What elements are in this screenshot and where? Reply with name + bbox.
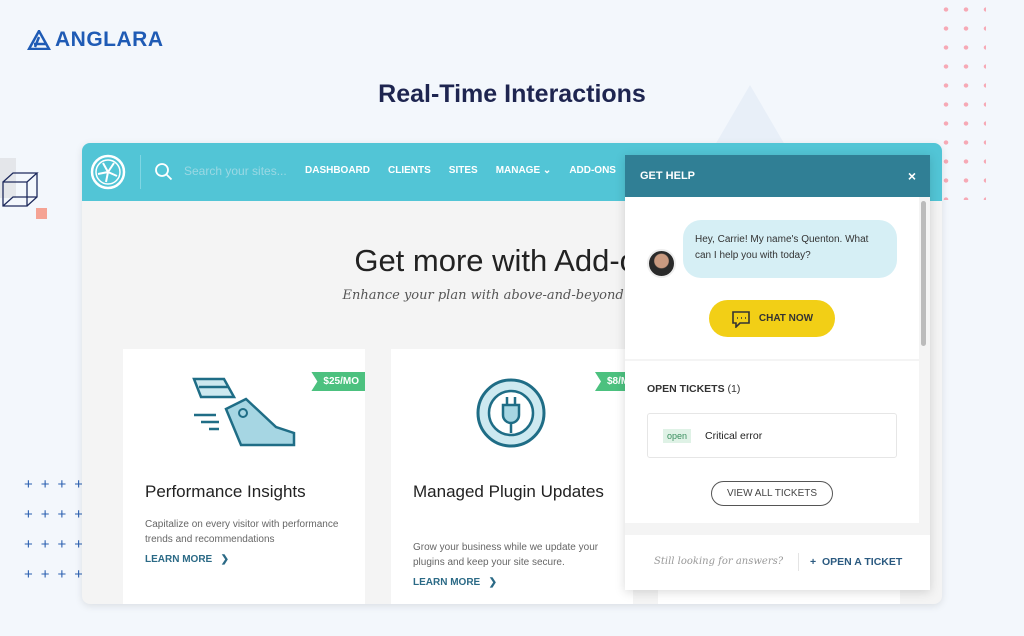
anglara-logo-icon	[27, 30, 51, 50]
page-title: Real-Time Interactions	[378, 80, 646, 108]
decorative-plus-grid: ++++ ++++ ++++ ++++	[24, 476, 92, 583]
search-input[interactable]: Search your sites...	[184, 164, 287, 178]
nav-manage-label: MANAGE	[495, 165, 541, 176]
chevron-right-icon: ❯	[220, 554, 229, 565]
open-ticket-label: OPEN A TICKET	[821, 556, 903, 568]
tickets-section: OPEN TICKETS (1) open Critical error VIE…	[625, 361, 919, 523]
open-tickets-heading: OPEN TICKETS (1)	[647, 383, 740, 395]
help-header: GET HELP ×	[625, 155, 930, 197]
plus-icon: +	[810, 556, 817, 568]
brand-name: ANGLARA	[55, 28, 164, 51]
card-description: Capitalize on every visitor with perform…	[145, 519, 339, 545]
app-logo-icon[interactable]	[89, 153, 127, 191]
get-help-panel: GET HELP × Hey, Carrie! My name's Quento…	[625, 155, 930, 590]
open-tickets-count: (1)	[727, 383, 741, 395]
nav-add-ons[interactable]: ADD-ONS	[569, 165, 616, 176]
help-footer: Still looking for answers? + OPEN A TICK…	[625, 535, 930, 590]
card-title: Managed Plugin Updates	[413, 482, 604, 501]
winged-shoe-icon	[192, 377, 296, 447]
addon-card-partial	[658, 589, 900, 604]
cube-icon	[2, 172, 47, 219]
nav-manage[interactable]: MANAGE ⌄	[496, 165, 552, 176]
learn-more-link[interactable]: LEARN MORE ❯	[413, 577, 497, 588]
card-title: Performance Insights	[145, 482, 306, 501]
chat-now-button[interactable]: CHAT NOW	[709, 300, 835, 337]
footer-prompt: Still looking for answers?	[654, 556, 784, 567]
learn-more-link[interactable]: LEARN MORE ❯	[145, 554, 229, 565]
ticket-item[interactable]: open Critical error	[647, 413, 897, 458]
nav-sites[interactable]: SITES	[449, 165, 478, 176]
view-all-tickets-button[interactable]: VIEW ALL TICKETS	[711, 481, 833, 506]
chat-now-label: CHAT NOW	[758, 313, 814, 324]
plugin-refresh-icon	[476, 378, 546, 448]
scrollbar[interactable]	[921, 201, 926, 346]
learn-more-label: LEARN MORE	[145, 554, 213, 565]
help-title: GET HELP	[640, 170, 696, 182]
brand-logo: ANGLARA	[27, 28, 164, 52]
addon-card-plugin-updates: $8/MO Managed Plugin Updates Grow your b…	[391, 349, 643, 604]
nav-dashboard[interactable]: DASHBOARD	[305, 165, 370, 176]
main-nav: DASHBOARD CLIENTS SITES MANAGE ⌄ ADD-ONS	[305, 165, 616, 176]
close-icon[interactable]: ×	[908, 168, 916, 184]
open-tickets-label: OPEN TICKETS	[647, 383, 725, 395]
search-icon[interactable]	[154, 162, 174, 182]
chevron-down-icon: ⌄	[542, 165, 552, 176]
divider	[140, 155, 141, 189]
price-badge: $25/MO	[311, 372, 365, 391]
agent-avatar	[647, 249, 676, 278]
status-badge: open	[663, 428, 692, 443]
chat-section: Hey, Carrie! My name's Quenton. What can…	[625, 197, 919, 359]
open-ticket-link[interactable]: + OPEN A TICKET	[810, 556, 902, 568]
nav-clients[interactable]: CLIENTS	[388, 165, 431, 176]
divider	[798, 553, 799, 571]
addon-card-performance: $25/MO Performance Insights Capitalize o…	[123, 349, 365, 604]
card-description: Grow your business while we update your …	[413, 542, 599, 568]
ticket-title: Critical error	[705, 429, 763, 442]
chevron-right-icon: ❯	[488, 577, 497, 588]
learn-more-label: LEARN MORE	[413, 577, 481, 588]
chat-bubble-icon	[732, 310, 750, 328]
agent-message: Hey, Carrie! My name's Quenton. What can…	[683, 220, 897, 278]
